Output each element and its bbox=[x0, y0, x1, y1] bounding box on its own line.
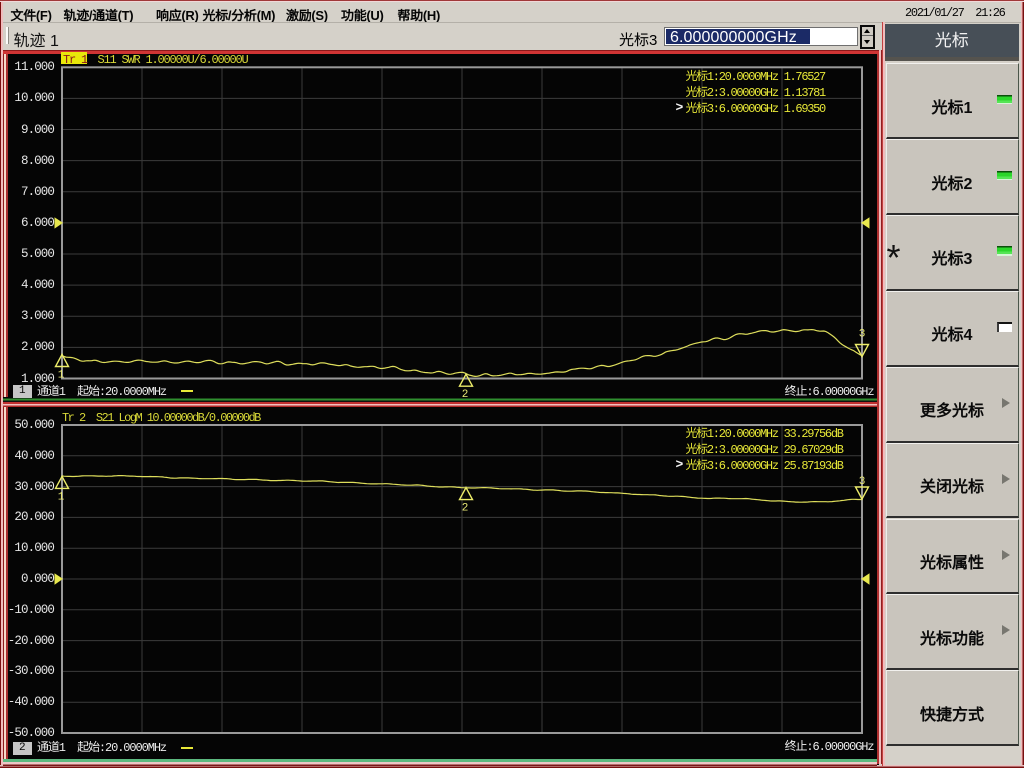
svg-text:1: 1 bbox=[58, 492, 65, 504]
svg-text:3: 3 bbox=[859, 476, 866, 488]
svg-text:3: 3 bbox=[859, 329, 866, 341]
svg-text:2: 2 bbox=[462, 503, 469, 515]
svg-text:1: 1 bbox=[58, 370, 65, 382]
